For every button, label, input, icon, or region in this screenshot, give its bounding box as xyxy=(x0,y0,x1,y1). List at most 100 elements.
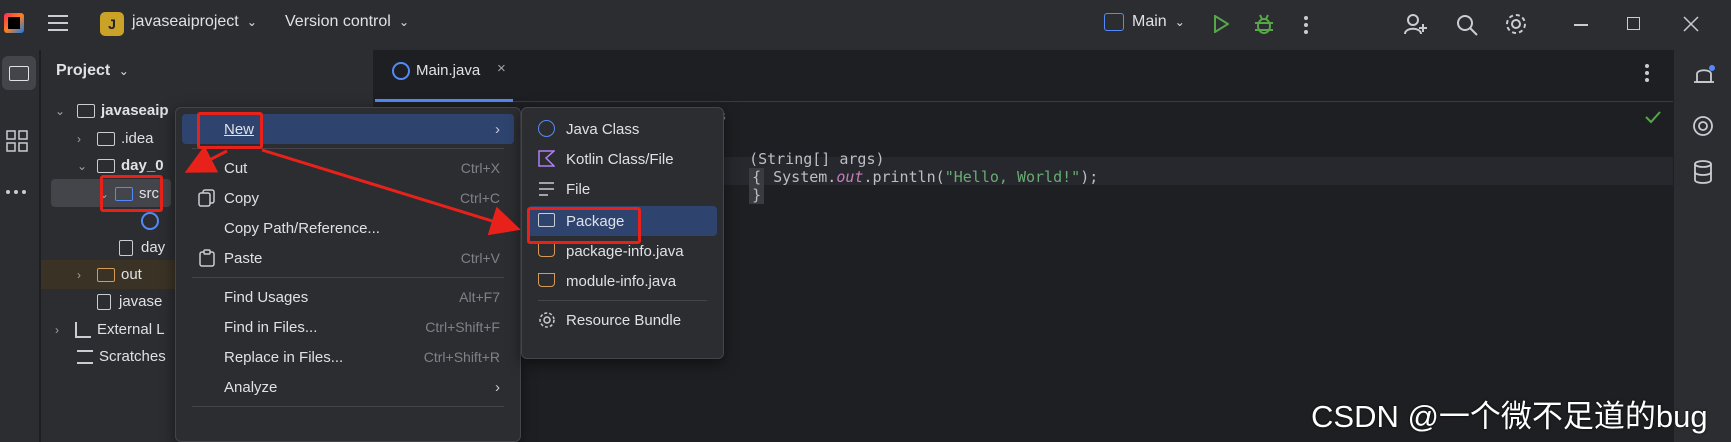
file-icon xyxy=(97,293,111,310)
library-icon xyxy=(75,321,91,338)
tree-label-out: out xyxy=(121,266,142,283)
tab-options-icon[interactable] xyxy=(1644,63,1650,83)
menu-item-cut[interactable]: ✂ Cut Ctrl+X xyxy=(182,153,514,183)
minimize-icon[interactable] xyxy=(1574,24,1588,26)
shortcut-find-usages: Alt+F7 xyxy=(459,289,500,305)
run-config-label: Main xyxy=(1132,13,1167,30)
chevron-down-icon: ⌄ xyxy=(55,103,66,118)
version-control-label: Version control xyxy=(285,13,391,30)
copy-icon xyxy=(198,189,216,207)
shortcut-copy: Ctrl+C xyxy=(459,190,500,206)
submenu-item-java-class[interactable]: Java Class xyxy=(528,114,717,144)
search-icon[interactable] xyxy=(1456,14,1478,36)
submenu-label-file: File xyxy=(566,180,591,198)
code-brace-close: } xyxy=(749,186,765,204)
run-config-selector[interactable]: Main ⌄ xyxy=(1104,13,1185,31)
ai-assistant-icon[interactable] xyxy=(1692,115,1714,137)
editor-tab-bar: Main.java × xyxy=(375,50,1673,102)
tree-label-external: External L xyxy=(97,321,165,338)
package-annotation-box xyxy=(527,207,641,244)
java-class-icon xyxy=(392,62,410,80)
code-string: "Hello, World!" xyxy=(944,168,1081,186)
submenu-item-kotlin[interactable]: Kotlin Class/File xyxy=(528,144,717,174)
chevron-right-icon: › xyxy=(495,120,500,138)
folder-icon xyxy=(97,131,115,146)
debug-icon[interactable] xyxy=(1254,13,1274,35)
scratches-icon xyxy=(77,349,93,364)
main-class-icon xyxy=(141,212,159,230)
module-folder-icon xyxy=(77,103,95,118)
more-actions-icon[interactable] xyxy=(1303,15,1309,35)
chevron-right-icon: › xyxy=(55,322,59,337)
more-tools-icon[interactable] xyxy=(5,189,27,195)
code-println: .println( xyxy=(863,168,945,186)
menu-item-analyze[interactable]: Analyze › xyxy=(182,372,514,402)
menu-label-find-usages: Find Usages xyxy=(224,288,309,306)
submenu-label-kotlin: Kotlin Class/File xyxy=(566,150,674,168)
code-brace-open: { xyxy=(749,168,765,186)
maximize-icon[interactable] xyxy=(1627,17,1640,30)
menu-label-replace-in-files: Replace in Files... xyxy=(224,348,344,366)
tree-label-root: javaseaip xyxy=(101,102,169,119)
submenu-item-module-info[interactable]: module-info.java xyxy=(528,266,717,296)
submenu-item-file[interactable]: File xyxy=(528,174,717,204)
database-icon[interactable] xyxy=(1693,160,1713,184)
close-icon[interactable] xyxy=(1683,16,1699,32)
scissors-icon: ✂ xyxy=(198,161,212,178)
submenu-label-java-class: Java Class xyxy=(566,120,640,138)
tab-label: Main.java xyxy=(416,62,481,79)
java-file-icon xyxy=(538,243,555,257)
menu-item-find-usages[interactable]: Find Usages Alt+F7 xyxy=(182,282,514,312)
submenu-item-resource-bundle[interactable]: Resource Bundle xyxy=(528,305,717,335)
project-badge[interactable]: J xyxy=(100,12,124,36)
menu-label-analyze: Analyze xyxy=(224,378,278,396)
run-config-icon xyxy=(1104,13,1124,31)
tab-close-icon[interactable]: × xyxy=(497,60,506,77)
project-panel-header[interactable]: Project ⌄ xyxy=(56,62,129,80)
new-annotation-box xyxy=(197,112,263,149)
code-system: System. xyxy=(764,168,837,186)
tree-label-idea: .idea xyxy=(121,130,154,147)
intellij-logo-icon[interactable] xyxy=(4,13,24,33)
menu-separator xyxy=(192,406,504,407)
shortcut-find-in-files: Ctrl+Shift+F xyxy=(425,319,500,335)
submenu-label-package-info: package-info.java xyxy=(566,242,684,260)
tab-main-java[interactable]: Main.java × xyxy=(375,50,513,102)
menu-separator xyxy=(538,300,707,301)
shortcut-replace-in-files: Ctrl+Shift+R xyxy=(423,349,500,365)
src-annotation-box xyxy=(100,175,163,212)
shortcut-cut: Ctrl+X xyxy=(460,160,500,176)
run-icon[interactable] xyxy=(1213,15,1229,33)
menu-label-copy: Copy xyxy=(224,189,260,207)
menu-item-copy-path[interactable]: Copy Path/Reference... xyxy=(182,213,514,243)
gear-icon xyxy=(538,311,556,329)
watermark: CSDN @一个微不足道的bug xyxy=(1311,399,1708,434)
title-bar: J javaseaiproject ⌄ Version control ⌄ Ma… xyxy=(0,0,1731,50)
java-class-icon xyxy=(538,120,555,137)
structure-icon[interactable] xyxy=(6,130,28,152)
right-tool-strip xyxy=(1673,50,1731,442)
chevron-down-icon: ⌄ xyxy=(118,64,129,78)
menu-label-copy-path: Copy Path/Reference... xyxy=(224,219,380,237)
menu-item-replace-in-files[interactable]: Replace in Files... Ctrl+Shift+R xyxy=(182,342,514,372)
settings-gear-icon[interactable] xyxy=(1505,13,1527,35)
main-menu-icon[interactable] xyxy=(48,14,68,32)
kotlin-icon xyxy=(538,150,556,168)
project-tool-button[interactable] xyxy=(2,56,36,90)
menu-item-copy[interactable]: Copy Ctrl+C xyxy=(182,183,514,213)
notifications-icon[interactable] xyxy=(1692,64,1716,88)
code-params: (String[] args) xyxy=(749,150,885,168)
tree-label-day: day_0 xyxy=(121,157,164,174)
tree-label-iml: javase xyxy=(119,293,163,310)
project-switcher[interactable]: javaseaiproject ⌄ xyxy=(132,13,257,31)
java-file-icon xyxy=(538,273,555,287)
chevron-right-icon: › xyxy=(77,131,81,146)
version-control-menu[interactable]: Version control ⌄ xyxy=(285,13,409,31)
add-user-icon[interactable] xyxy=(1404,13,1428,35)
menu-item-find-in-files[interactable]: Find in Files... Ctrl+Shift+F xyxy=(182,312,514,342)
project-name: javaseaiproject xyxy=(132,13,239,30)
menu-item-paste[interactable]: Paste Ctrl+V xyxy=(182,243,514,273)
chevron-down-icon: ⌄ xyxy=(399,15,410,29)
menu-separator xyxy=(192,277,504,278)
file-lines-icon xyxy=(538,181,556,199)
